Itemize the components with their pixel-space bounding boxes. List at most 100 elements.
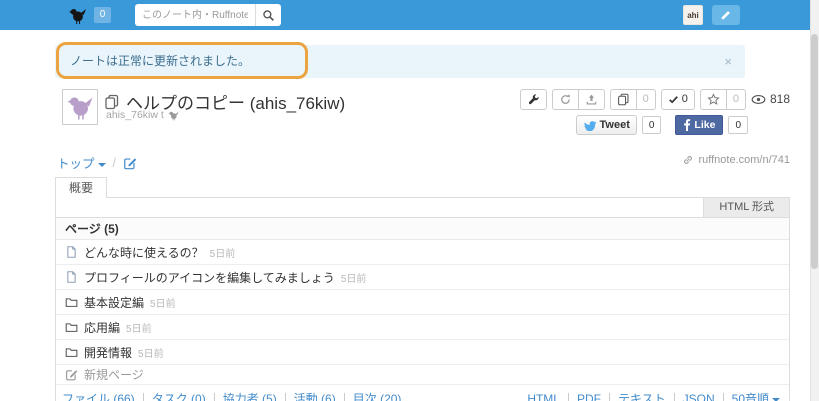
page-list-item[interactable]: 基本設定編 5日前 bbox=[56, 290, 789, 315]
pencil-icon bbox=[720, 9, 732, 21]
search-icon bbox=[262, 9, 275, 22]
page-title: どんな時に使えるの？ bbox=[84, 245, 204, 260]
copied-note-icon bbox=[104, 94, 120, 110]
page-list-item[interactable]: どんな時に使えるの？ 5日前 bbox=[56, 240, 789, 265]
page-list-item[interactable]: 応用編 5日前 bbox=[56, 315, 789, 340]
like-widget: Like 0 bbox=[675, 115, 748, 135]
page-title: 基本設定編 bbox=[84, 295, 145, 310]
ruffnote-bird-logo-icon[interactable] bbox=[68, 6, 87, 25]
like-label: Like bbox=[694, 119, 716, 131]
breadcrumb-top-link[interactable]: トップ bbox=[57, 153, 106, 172]
scrollbar-thumb[interactable] bbox=[811, 34, 818, 269]
divider bbox=[567, 392, 569, 401]
page-list-header: ページ (5) bbox=[56, 218, 789, 240]
file-icon bbox=[65, 245, 78, 259]
note-author[interactable]: ahis_76kiw t bbox=[106, 109, 164, 121]
toc-link[interactable]: 目次 (20) bbox=[353, 390, 402, 401]
json-export-link[interactable]: JSON bbox=[683, 392, 715, 401]
star-icon bbox=[707, 92, 720, 106]
page-title: プロフィールのアイコンを編集してみましょう bbox=[84, 270, 335, 285]
footer-right-links: HTML PDF テキスト JSON 50音順 bbox=[527, 390, 780, 401]
refresh-button[interactable] bbox=[551, 88, 579, 110]
html-format-button[interactable]: HTML 形式 bbox=[703, 198, 789, 217]
upload-icon bbox=[585, 93, 598, 106]
tweet-count: 0 bbox=[641, 116, 662, 134]
edit-page-icon-link[interactable] bbox=[123, 156, 137, 170]
new-page-item[interactable]: 新規ページ bbox=[56, 365, 789, 385]
sort-order-label: 50音順 bbox=[731, 392, 769, 401]
sort-order-dropdown[interactable]: 50音順 bbox=[732, 390, 780, 401]
page-list-item[interactable]: 開発情報 5日前 bbox=[56, 340, 789, 365]
wrench-icon bbox=[527, 93, 540, 106]
folder-icon bbox=[65, 346, 78, 359]
pdf-export-link[interactable]: PDF bbox=[577, 392, 601, 401]
refresh-icon bbox=[559, 93, 572, 106]
files-link[interactable]: ファイル (66) bbox=[62, 390, 135, 401]
divider bbox=[142, 392, 144, 401]
page-meta: 5日前 bbox=[150, 298, 176, 310]
alert-close-button[interactable]: × bbox=[724, 45, 732, 78]
link-icon bbox=[682, 154, 694, 166]
activity-link[interactable]: 活動 (6) bbox=[294, 390, 336, 401]
panel-footer: ファイル (66) タスク (0) 協力者 (5) 活動 (6) 目次 (20)… bbox=[56, 385, 789, 401]
like-count: 0 bbox=[728, 116, 748, 134]
check-count: 0 bbox=[681, 93, 688, 105]
facebook-like-button[interactable]: Like bbox=[675, 115, 724, 135]
page-meta: 5日前 bbox=[340, 273, 367, 285]
tweet-button[interactable]: Tweet bbox=[575, 115, 637, 135]
upload-button[interactable] bbox=[578, 88, 605, 110]
permalink[interactable]: ruffnote.com/n/741 bbox=[682, 154, 790, 166]
update-success-alert: ノートは正常に更新されました。 × bbox=[55, 45, 745, 78]
divider bbox=[722, 392, 724, 401]
page-meta: 5日前 bbox=[138, 348, 164, 360]
twitter-bird-icon bbox=[583, 120, 596, 131]
facebook-f-icon bbox=[683, 119, 691, 131]
tasks-link[interactable]: タスク (0) bbox=[152, 390, 206, 401]
note-author-row: ahis_76kiw t bbox=[106, 109, 179, 121]
text-export-link[interactable]: テキスト bbox=[618, 390, 666, 401]
html-export-link[interactable]: HTML bbox=[527, 392, 560, 401]
check-button[interactable]: 0 bbox=[660, 88, 695, 110]
settings-button[interactable] bbox=[519, 88, 547, 110]
copy-note-button[interactable] bbox=[609, 88, 637, 110]
star-count[interactable]: 0 bbox=[726, 88, 746, 110]
footer-left-links: ファイル (66) タスク (0) 協力者 (5) 活動 (6) 目次 (20) bbox=[62, 390, 401, 401]
search-input[interactable] bbox=[135, 4, 255, 26]
pencil-square-icon bbox=[65, 368, 78, 381]
check-icon bbox=[668, 94, 679, 105]
breadcrumb-separator: / bbox=[112, 155, 116, 170]
folder-icon bbox=[65, 321, 78, 334]
copy-button-group: 0 bbox=[609, 88, 656, 110]
user-avatar[interactable]: ahi bbox=[683, 5, 703, 25]
new-page-label: 新規ページ bbox=[84, 368, 144, 382]
copy-count[interactable]: 0 bbox=[636, 88, 656, 110]
scrollbar-track[interactable] bbox=[810, 0, 819, 401]
folder-icon bbox=[65, 296, 78, 309]
eye-icon bbox=[751, 94, 766, 105]
copy-icon bbox=[617, 93, 630, 106]
pencil-square-icon bbox=[123, 156, 137, 170]
share-row: Tweet 0 Like 0 bbox=[575, 115, 748, 135]
star-button-group: 0 bbox=[699, 88, 746, 110]
note-toolbar: 0 0 0 818 bbox=[519, 88, 790, 110]
divider bbox=[608, 392, 610, 401]
tab-overview[interactable]: 概要 bbox=[55, 177, 108, 198]
file-icon bbox=[65, 270, 78, 284]
sync-button-group bbox=[551, 88, 605, 110]
notification-count-badge[interactable]: 0 bbox=[94, 7, 111, 23]
divider bbox=[284, 392, 286, 401]
search-button[interactable] bbox=[255, 4, 281, 26]
collaborators-link[interactable]: 協力者 (5) bbox=[223, 390, 277, 401]
tweet-label: Tweet bbox=[599, 119, 630, 131]
page-list-item[interactable]: プロフィールのアイコンを編集してみましょう 5日前 bbox=[56, 265, 789, 290]
new-note-button[interactable] bbox=[712, 5, 740, 25]
divider bbox=[213, 392, 215, 401]
chevron-down-icon bbox=[97, 162, 106, 167]
page-title: 開発情報 bbox=[84, 345, 133, 360]
star-button[interactable] bbox=[699, 88, 727, 110]
note-avatar[interactable] bbox=[62, 89, 98, 125]
breadcrumb-top-label: トップ bbox=[57, 157, 95, 171]
page-title: 応用編 bbox=[84, 320, 121, 335]
view-count: 818 bbox=[769, 92, 790, 106]
navbar-right-group: ahi bbox=[683, 5, 740, 25]
